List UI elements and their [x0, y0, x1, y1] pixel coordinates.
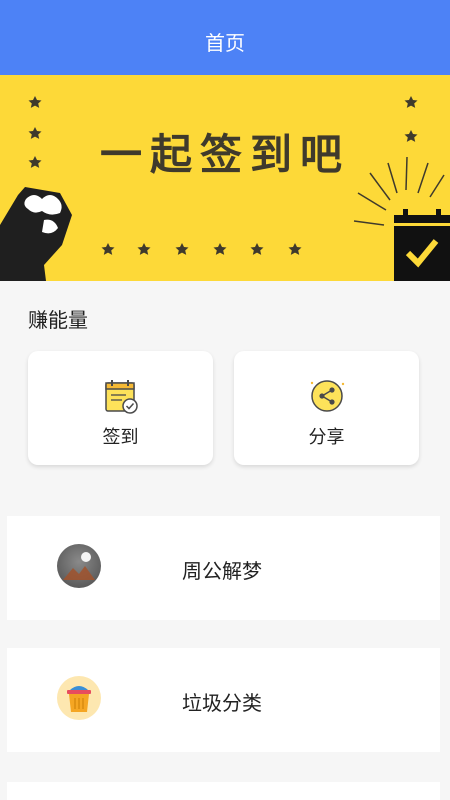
banner-headline: 一起签到吧 [99, 130, 350, 179]
sign-in-card[interactable]: 签到 [28, 351, 213, 465]
list-item-label: 周公解梦 [182, 559, 262, 583]
calendar-check-icon [105, 380, 138, 414]
top-app-bar: 首页 [0, 0, 450, 75]
page-title: 首页 [205, 31, 245, 55]
sign-in-label: 签到 [102, 427, 139, 448]
share-card[interactable]: 分享 [234, 351, 419, 465]
trash-bin-icon [57, 676, 101, 720]
checkin-banner[interactable]: 一起签到吧 [0, 75, 450, 281]
list-item-partial[interactable] [7, 782, 440, 800]
list-item-label: 垃圾分类 [182, 691, 262, 715]
list-item-dream-interpretation[interactable]: 周公解梦 [7, 516, 440, 620]
raised-fist-icon [0, 187, 72, 281]
moon-mountain-icon [57, 544, 101, 588]
list-item-garbage-sorting[interactable]: 垃圾分类 [7, 648, 440, 752]
share-icon [310, 380, 345, 412]
share-label: 分享 [308, 427, 345, 448]
calendar-check-icon [394, 209, 450, 281]
section-title: 赚能量 [28, 308, 88, 332]
